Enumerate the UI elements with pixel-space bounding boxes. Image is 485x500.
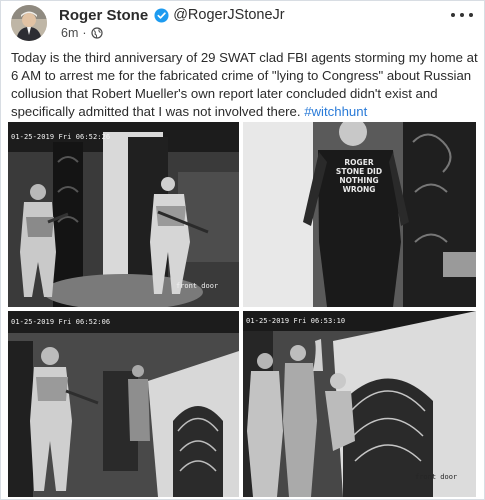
post-body: Today is the third anniversary of 29 SWA…: [11, 49, 479, 121]
author-name[interactable]: Roger Stone: [59, 7, 148, 24]
camera-timestamp: 01-25-2019 Fri 06:52:26: [11, 133, 111, 141]
verified-badge-icon: [154, 7, 169, 23]
shirt-text: ROGER STONE DID NOTHING WRONG: [335, 158, 383, 194]
more-icon[interactable]: [451, 8, 473, 22]
post-meta: 6m ·: [61, 26, 103, 40]
hashtag-link[interactable]: #witchhunt: [304, 104, 367, 119]
post-card: Roger Stone @RogerJStoneJr 6m · Today is…: [0, 0, 485, 500]
media-image-1[interactable]: 01-25-2019 Fri 06:52:26 front door: [8, 122, 239, 307]
media-grid: 01-25-2019 Fri 06:52:26 front door ROGER…: [8, 122, 476, 497]
camera-label: front door: [415, 473, 458, 481]
camera-timestamp: 01-25-2019 Fri 06:53:10: [246, 317, 346, 325]
globe-icon: [90, 27, 103, 39]
author-row: Roger Stone @RogerJStoneJr: [59, 5, 285, 25]
camera-label: front door: [176, 282, 219, 290]
post-header: Roger Stone @RogerJStoneJr 6m ·: [9, 4, 479, 41]
media-image-2[interactable]: ROGER STONE DID NOTHING WRONG: [243, 122, 476, 307]
meta-separator: ·: [82, 26, 87, 40]
media-image-4[interactable]: 01-25-2019 Fri 06:53:10 front door: [243, 311, 476, 497]
avatar[interactable]: [11, 5, 47, 41]
camera-timestamp: 01-25-2019 Fri 06:52:06: [11, 318, 111, 326]
media-image-3[interactable]: 01-25-2019 Fri 06:52:06: [8, 311, 239, 497]
post-timestamp[interactable]: 6m: [61, 26, 78, 40]
author-handle[interactable]: @RogerJStoneJr: [173, 7, 284, 23]
post-text: Today is the third anniversary of 29 SWA…: [11, 50, 478, 119]
